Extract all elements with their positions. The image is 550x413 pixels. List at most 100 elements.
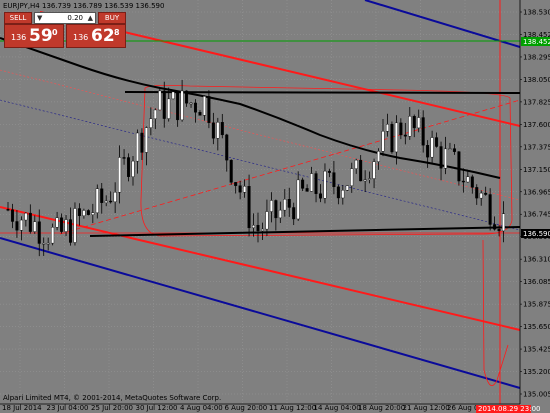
time-label: 4 Aug 04:00 [180,404,223,412]
candle-body [385,123,389,132]
price-label: 136.965 [523,188,550,196]
candle-body [91,212,95,215]
candle-body [296,179,300,220]
candle-body [243,186,247,193]
candle-body [497,229,501,232]
candle-body [135,132,139,162]
candle-body [390,123,394,153]
price-label: 137.600 [523,121,550,129]
candle-body [403,134,407,137]
candle-body [336,186,340,199]
copyright-text: Alpari Limited MT4, © 2001-2014, MetaQuo… [3,394,221,402]
candle-body [265,211,269,230]
candle-body [77,208,81,216]
lot-size-value: 0.20 [67,14,83,22]
candle-body [283,199,287,211]
candle-body [149,118,153,128]
candle-body [193,102,197,113]
candle-body [363,179,367,182]
lot-decrease-icon[interactable]: ▼ [37,13,42,23]
candle-body [278,209,282,219]
time-label: 18 Jul 2014 [2,404,42,412]
time-label: 14 Aug 04:00 [314,404,361,412]
candle-body [327,170,331,173]
candle-body [287,199,291,208]
candle-body [162,90,166,119]
candle-body [95,188,99,213]
candle-body [167,98,171,119]
candle-body [86,210,90,215]
price-label: 136.310 [523,256,550,264]
candle-body [350,168,354,186]
candle-body [292,207,296,220]
candle-body [207,96,211,123]
candle-body [180,90,184,121]
buy-price-box[interactable]: 136 62 8 [66,24,126,48]
candle-body [314,173,318,194]
candle-body [444,148,448,169]
price-label: 135.875 [523,301,550,309]
candle-body [502,213,506,232]
candle-body [51,227,55,244]
candle-body [37,221,41,244]
price-label: 136.745 [523,211,550,219]
candle-body [131,160,135,177]
candle-body [158,90,162,111]
candle-body [426,145,430,158]
candle-body [359,159,363,182]
candle-body [319,193,323,199]
buy-price-prefix: 136 [73,33,89,42]
time-label: 23 Jul 04:00 [47,404,89,412]
candle-body [113,192,117,203]
candle-body [377,150,381,162]
price-label: 135.200 [523,368,550,376]
candle-body [189,102,193,105]
sell-price-main: 59 [29,26,53,46]
candle-body [202,96,206,116]
symbol-header: EURJPY,H4 136.739 136.789 136.539 136.59… [3,2,164,10]
price-label: 138.295 [523,53,550,61]
price-chart[interactable]: 138.530 138.452 138.295 138.050 137.825 137.6… [0,0,550,413]
lot-size-field[interactable]: ▼ 0.20 ▲ [34,12,96,24]
candle-body [229,159,233,183]
price-label: 135.650 [523,323,550,331]
price-label: 135.005 [523,391,550,399]
candle-body [55,217,59,228]
sell-price-prefix: 136 [11,33,27,42]
price-label: 137.375 [523,143,550,151]
plot-area [0,0,520,404]
candle-body [354,159,358,169]
sell-price-pip: 0 [52,28,58,37]
candle-body [421,117,425,146]
sell-button[interactable]: SELL [4,12,32,24]
price-label: 136.085 [523,278,550,286]
candle-body [341,190,345,199]
candle-body [234,182,238,186]
candle-body [323,170,327,199]
current-price-tag-text: 136.590 [523,230,550,238]
price-label: 138.530 [523,9,550,17]
candle-body [122,157,126,159]
time-label: 18 Aug 20:00 [358,404,405,412]
candle-body [42,243,46,245]
candle-body [176,91,180,121]
candle-body [10,209,14,222]
candle-body [417,117,421,129]
candle-body [15,221,19,231]
lot-increase-icon[interactable]: ▲ [88,13,93,23]
candle-body [127,157,131,177]
candle-body [19,219,23,231]
candle-body [118,157,122,193]
candle-body [153,109,157,119]
sell-price-box[interactable]: 136 59 0 [4,24,64,48]
candle-body [225,134,229,161]
buy-button[interactable]: BUY [98,12,126,24]
time-label: 30 Jul 12:00 [136,404,178,412]
candle-body [220,122,224,136]
buy-price-main: 62 [91,26,115,46]
candle-body [345,185,349,191]
candle-body [470,176,474,188]
candle-body [6,209,10,211]
candle-body [185,90,189,104]
candle-body [381,131,385,152]
